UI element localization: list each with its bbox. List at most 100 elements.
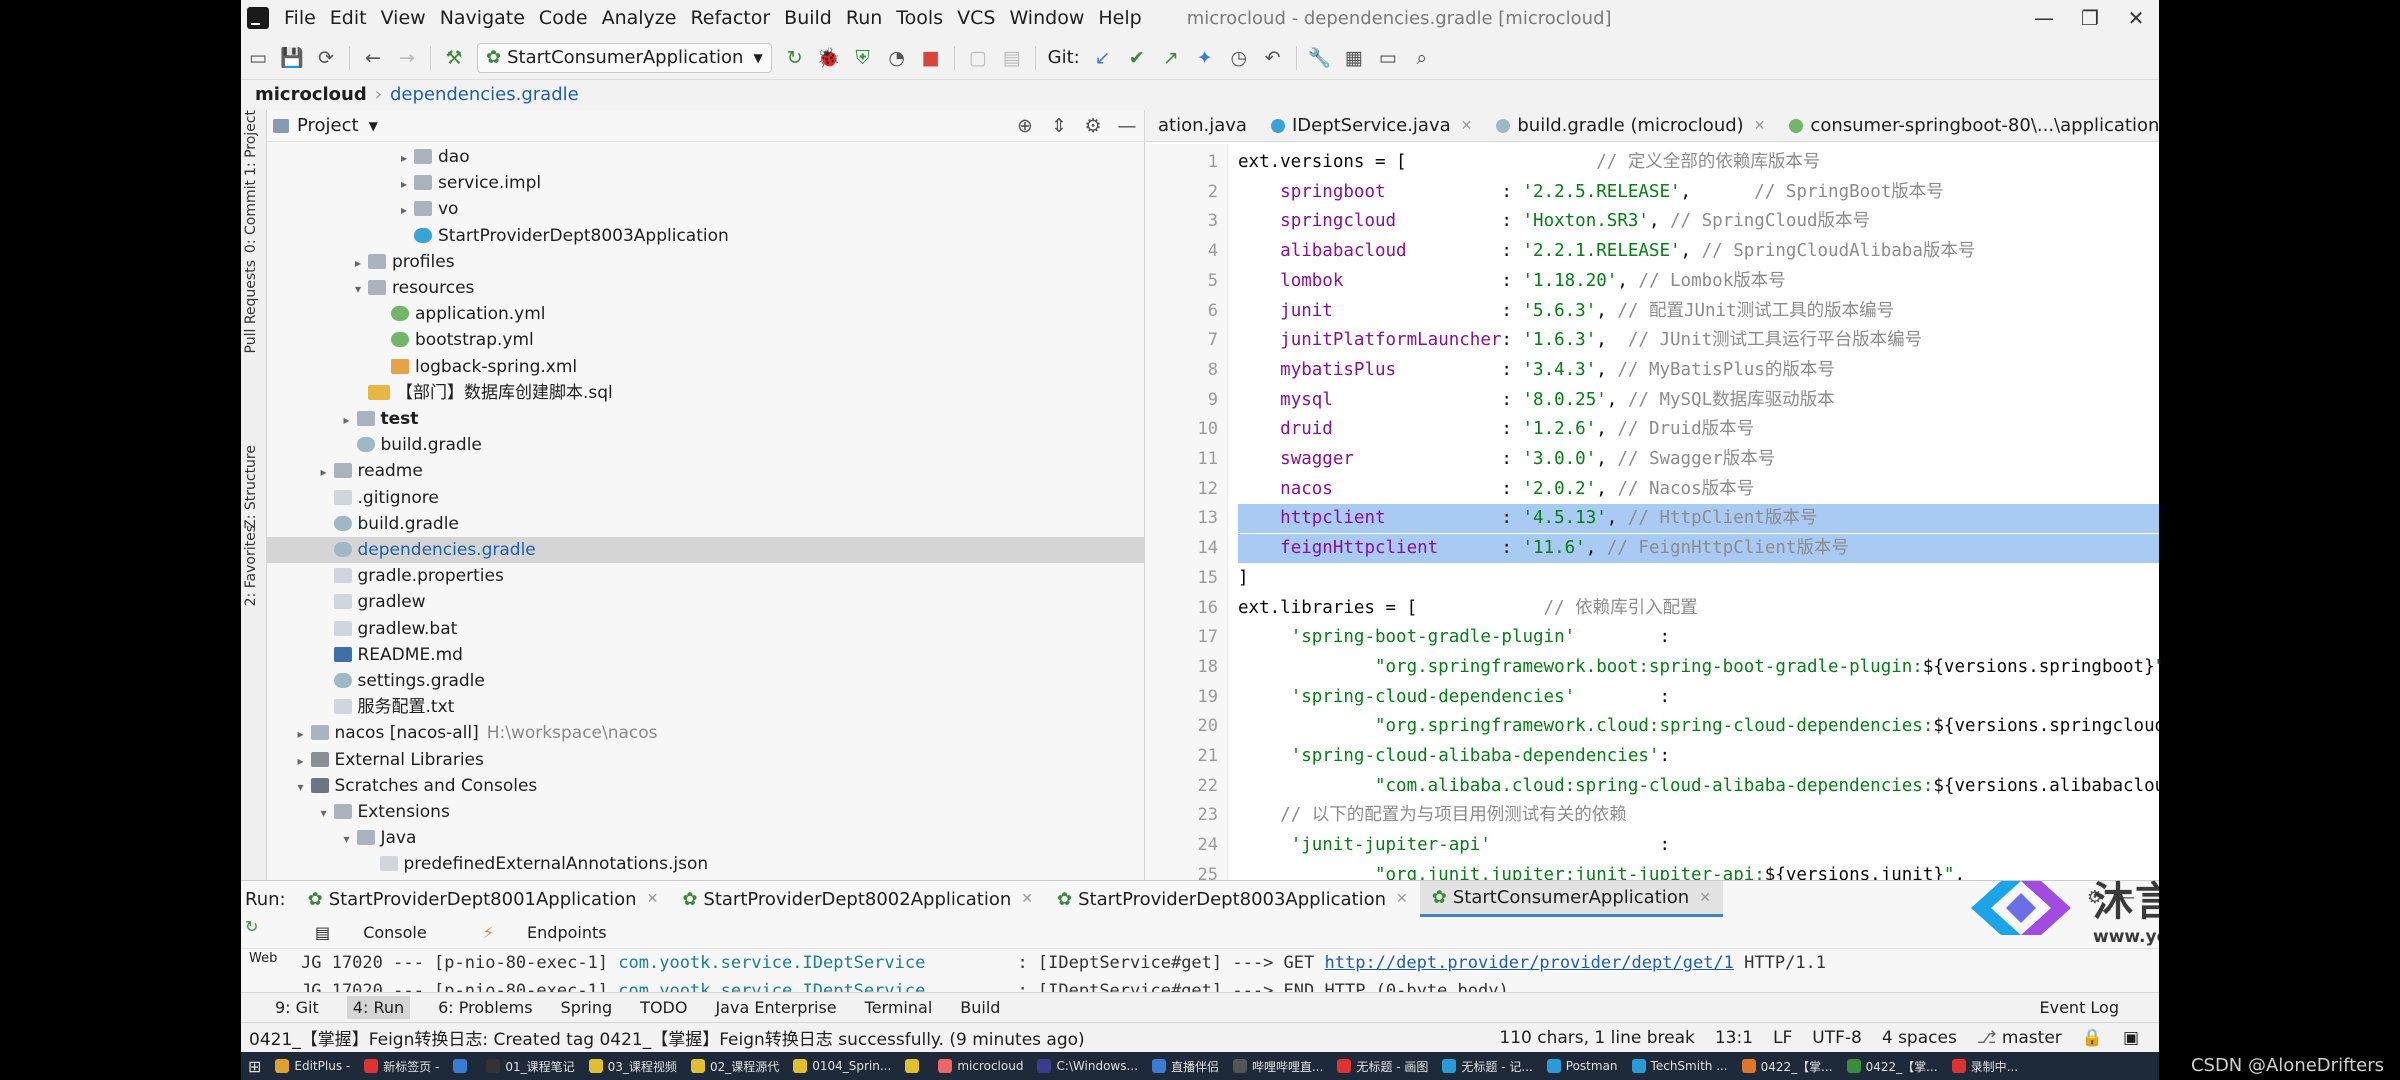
- menu-view[interactable]: View: [374, 7, 433, 29]
- forward-icon[interactable]: →: [392, 43, 422, 73]
- menu-file[interactable]: File: [277, 7, 323, 29]
- tree-item[interactable]: build.gradle: [267, 511, 1144, 537]
- tree-item[interactable]: settings.gradle: [267, 668, 1144, 694]
- gear-icon[interactable]: ⚙: [1078, 111, 1108, 141]
- taskbar-item[interactable]: 02_课程源代: [684, 1052, 786, 1080]
- tree-item[interactable]: ▸ test: [267, 406, 1144, 432]
- line-separator[interactable]: LF: [1773, 1028, 1792, 1048]
- chevron-down-icon[interactable]: ▾: [350, 276, 366, 302]
- taskbar-item[interactable]: 01_课程笔记: [479, 1052, 581, 1080]
- chevron-down-icon[interactable]: ▾: [316, 800, 332, 826]
- tree-item[interactable]: ▸ External Libraries: [267, 747, 1144, 773]
- menu-edit[interactable]: Edit: [323, 7, 374, 29]
- close-tab-icon[interactable]: ✕: [1754, 110, 1766, 141]
- caret-position[interactable]: 13:1: [1715, 1028, 1753, 1048]
- web-tab[interactable]: Web: [249, 951, 277, 966]
- tool-tab-spring[interactable]: Spring: [561, 998, 613, 1017]
- save-all-icon[interactable]: 💾: [277, 43, 307, 73]
- rerun-icon[interactable]: ↻: [780, 43, 810, 73]
- tree-item[interactable]: ▸ nacos [nacos-all] H:\workspace\nacos: [267, 720, 1144, 746]
- tree-item[interactable]: predefinedExternalAnnotations.json: [267, 851, 1144, 877]
- menu-analyze[interactable]: Analyze: [595, 7, 684, 29]
- profile-icon[interactable]: ◔: [882, 43, 912, 73]
- rollback-icon[interactable]: ↶: [1258, 43, 1288, 73]
- editor-tab[interactable]: consumer-springboot-80\...\application.y…: [1777, 110, 2159, 141]
- project-structure-icon[interactable]: ▦: [1339, 43, 1369, 73]
- indent-setting[interactable]: 4 spaces: [1882, 1028, 1957, 1048]
- tree-item[interactable]: 【部门】数据库创建脚本.sql: [267, 380, 1144, 406]
- locate-icon[interactable]: ⊕: [1010, 111, 1040, 141]
- git-update-icon[interactable]: ↙: [1088, 43, 1118, 73]
- run-tab[interactable]: ✿ StartConsumerApplication ✕: [1419, 881, 1723, 917]
- stop-icon[interactable]: ■: [916, 43, 946, 73]
- tree-item[interactable]: ▾ Java: [267, 825, 1144, 851]
- tree-item[interactable]: README.md: [267, 642, 1144, 668]
- settings-wrench-icon[interactable]: 🔧: [1305, 43, 1335, 73]
- menu-build[interactable]: Build: [777, 7, 839, 29]
- status-message[interactable]: 0421_【掌握】Feign转换日志: Created tag 0421_【掌握…: [249, 1025, 1085, 1050]
- presentation-icon[interactable]: ▭: [1373, 43, 1403, 73]
- chevron-right-icon[interactable]: ▸: [396, 145, 412, 171]
- windows-start-icon[interactable]: ⊞: [241, 1052, 268, 1080]
- taskbar-item[interactable]: EditPlus -: [268, 1052, 357, 1080]
- tool-tab-terminal[interactable]: Terminal: [865, 998, 933, 1017]
- run-tab[interactable]: ✿ StartProviderDept8001Application ✕: [296, 881, 671, 917]
- menu-code[interactable]: Code: [532, 7, 595, 29]
- code-view[interactable]: ext.versions = [ // 定义全部的依赖库版本号 springbo…: [1228, 144, 2159, 880]
- taskbar-item[interactable]: [898, 1052, 931, 1080]
- tree-item[interactable]: gradle.properties: [267, 563, 1144, 589]
- taskbar-item[interactable]: 新标签页 -: [357, 1052, 446, 1080]
- editor-tab[interactable]: build.gradle (microcloud) ✕: [1484, 110, 1777, 141]
- chevron-right-icon[interactable]: ▸: [396, 197, 412, 223]
- tree-item[interactable]: gradlew: [267, 589, 1144, 615]
- left-tab-pull-requests[interactable]: Pull Requests: [243, 260, 259, 353]
- menu-run[interactable]: Run: [839, 7, 889, 29]
- collapse-all-icon[interactable]: ⇕: [1044, 111, 1074, 141]
- menu-window[interactable]: Window: [1002, 7, 1091, 29]
- chevron-down-icon[interactable]: ▾: [339, 826, 355, 852]
- back-icon[interactable]: ←: [358, 43, 388, 73]
- taskbar-item[interactable]: 无标题 - 画图: [1330, 1052, 1435, 1080]
- menu-tools[interactable]: Tools: [889, 7, 950, 29]
- taskbar-item[interactable]: 直播伴侣: [1145, 1052, 1226, 1080]
- taskbar-item[interactable]: 录制中...: [1945, 1052, 2025, 1080]
- memory-indicator-icon[interactable]: ▣: [2123, 1028, 2139, 1048]
- taskbar-item[interactable]: 03_课程视频: [582, 1052, 684, 1080]
- menu-navigate[interactable]: Navigate: [433, 7, 532, 29]
- open-folder-icon[interactable]: ▭: [243, 43, 273, 73]
- git-merge-icon[interactable]: ✦: [1190, 43, 1220, 73]
- tree-item[interactable]: ▾ Scratches and Consoles: [267, 773, 1144, 799]
- endpoints-tab[interactable]: ⚡ Endpoints: [483, 923, 635, 942]
- tree-item[interactable]: ▾ Extensions: [267, 799, 1144, 825]
- close-icon[interactable]: ✕: [2113, 0, 2159, 36]
- taskbar-item[interactable]: Postman: [1540, 1052, 1625, 1080]
- minimize-icon[interactable]: —: [2021, 0, 2067, 36]
- taskbar-item[interactable]: 0104_Sprin...: [786, 1052, 898, 1080]
- build-hammer-icon[interactable]: ⚒: [439, 43, 469, 73]
- tree-item[interactable]: .gitignore: [267, 485, 1144, 511]
- search-icon[interactable]: ⌕: [1407, 43, 1437, 73]
- tree-item[interactable]: ▸ service.impl: [267, 170, 1144, 196]
- breadcrumb-file[interactable]: dependencies.gradle: [390, 84, 579, 105]
- menu-refactor[interactable]: Refactor: [683, 7, 777, 29]
- coverage-icon[interactable]: ⛨: [848, 43, 878, 73]
- taskbar-item[interactable]: [446, 1052, 479, 1080]
- taskbar-item[interactable]: 0422_【掌...: [1735, 1052, 1840, 1080]
- git-branch[interactable]: ⎇ master: [1977, 1028, 2062, 1048]
- event-log-button[interactable]: Event Log: [2040, 998, 2120, 1017]
- editor-tab[interactable]: ation.java: [1146, 110, 1259, 141]
- tree-item[interactable]: ▸ readme: [267, 458, 1144, 484]
- taskbar-item[interactable]: microcloud: [931, 1052, 1030, 1080]
- left-tab-2-favorites[interactable]: 2: Favorites: [243, 525, 259, 606]
- chevron-right-icon[interactable]: ▸: [396, 171, 412, 197]
- file-encoding[interactable]: UTF-8: [1812, 1028, 1862, 1048]
- maximize-icon[interactable]: ❐: [2067, 0, 2113, 36]
- tree-item[interactable]: dependencies.gradle: [267, 537, 1144, 563]
- left-tab-1-project[interactable]: 1: Project: [243, 110, 259, 176]
- tool-tab-java-enterprise[interactable]: Java Enterprise: [715, 998, 836, 1017]
- taskbar-item[interactable]: C:\Windows...: [1030, 1052, 1144, 1080]
- lock-icon[interactable]: 🔒: [2082, 1028, 2103, 1048]
- taskbar-item[interactable]: 无标题 - 记...: [1435, 1052, 1539, 1080]
- debug-icon[interactable]: 🐞: [814, 43, 844, 73]
- chevron-right-icon[interactable]: ▸: [339, 407, 355, 433]
